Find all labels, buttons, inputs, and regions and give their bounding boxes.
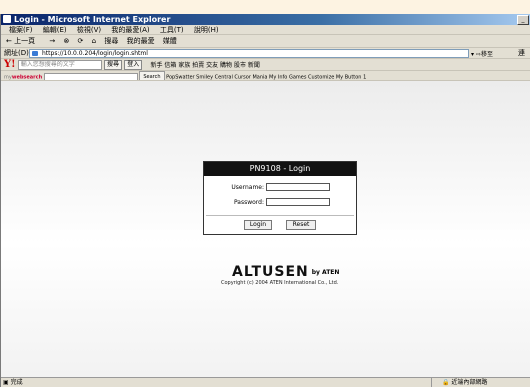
password-input[interactable]: [266, 198, 330, 206]
status-text: ▣ 完成: [3, 379, 23, 386]
refresh-icon[interactable]: ⟳: [78, 37, 84, 45]
brand-by: by ATEN: [311, 269, 340, 276]
status-bar: ▣ 完成 🔒 近端內部網路: [1, 377, 530, 387]
yahoo-toolbar: Y! 輸入您想搜尋的文字 搜尋 登入 新手 信箱 家族 拍賣 交友 購物 股市 …: [1, 59, 530, 71]
websearch-input[interactable]: [43, 73, 138, 80]
page-content: PN9108 - Login Username: Password: Login…: [1, 81, 530, 377]
security-zone: 🔒 近端內部網路: [431, 378, 487, 387]
username-input[interactable]: [266, 183, 330, 191]
password-label: Password:: [233, 199, 264, 206]
websearch-toolbar: mywebsearch Search PopSwatter Smiley Cen…: [1, 71, 530, 81]
stop-icon[interactable]: ⊗: [63, 37, 69, 45]
title-bar: Login - Microsoft Internet Explorer _: [1, 14, 530, 25]
brand-name: ALTUSEN: [232, 264, 309, 280]
back-button[interactable]: ← 上一頁: [6, 37, 41, 45]
yahoo-logo[interactable]: Y!: [4, 59, 16, 70]
media-button[interactable]: 媒體: [163, 37, 177, 45]
websearch-links[interactable]: PopSwatter Smiley Central Cursor Mania M…: [166, 75, 366, 81]
standard-toolbar: ← 上一頁 → ⊗ ⟳ ⌂ 搜尋 我的最愛 媒體: [1, 35, 530, 48]
menu-view[interactable]: 檢視(V): [77, 26, 101, 34]
brand-logo: ALTUSEN by ATEN: [232, 264, 339, 280]
favorites-button[interactable]: 我的最愛: [127, 37, 155, 45]
menu-help[interactable]: 說明(H): [194, 26, 219, 34]
login-panel: PN9108 - Login Username: Password: Login…: [203, 161, 357, 235]
websearch-logo: mywebsearch: [4, 74, 43, 81]
login-title: PN9108 - Login: [204, 162, 356, 176]
login-divider: [206, 215, 354, 216]
forward-button[interactable]: →: [49, 37, 55, 45]
yahoo-login-button[interactable]: 登入: [124, 60, 143, 70]
login-button[interactable]: Login: [244, 220, 272, 230]
browser-window: Login - Microsoft Internet Explorer _ 檔案…: [0, 14, 530, 387]
address-url: https://10.0.0.204/login/login.shtml: [42, 50, 148, 57]
username-label: Username:: [231, 184, 264, 191]
menu-favorites[interactable]: 我的最愛(A): [111, 26, 149, 34]
ie-icon: [3, 15, 11, 23]
websearch-search-button[interactable]: Search: [139, 71, 165, 80]
address-bar: 網址(D) https://10.0.0.204/login/login.sht…: [1, 48, 530, 59]
menu-bar: 檔案(F) 編輯(E) 檢視(V) 我的最愛(A) 工具(T) 說明(H): [1, 25, 530, 35]
reset-button[interactable]: Reset: [286, 220, 316, 230]
home-icon[interactable]: ⌂: [92, 37, 96, 45]
password-row: Password:: [204, 198, 358, 208]
go-button[interactable]: ▾ ⇨移至: [471, 49, 493, 58]
address-input[interactable]: https://10.0.0.204/login/login.shtml: [29, 49, 469, 58]
menu-tools[interactable]: 工具(T): [160, 26, 184, 34]
username-row: Username:: [204, 183, 358, 193]
search-button[interactable]: 搜尋: [104, 37, 118, 45]
window-title: Login - Microsoft Internet Explorer: [14, 15, 171, 24]
minimize-button[interactable]: _: [517, 15, 529, 25]
page-icon: [32, 51, 38, 56]
address-label: 網址(D): [4, 49, 29, 57]
copyright-text: Copyright (c) 2004 ATEN International Co…: [221, 280, 339, 286]
yahoo-search-button[interactable]: 搜尋: [104, 60, 123, 70]
menu-edit[interactable]: 編輯(E): [43, 26, 67, 34]
yahoo-links[interactable]: 新手 信箱 家族 拍賣 交友 購物 股市 新聞: [151, 62, 260, 69]
menu-file[interactable]: 檔案(F): [9, 26, 33, 34]
yahoo-search-input[interactable]: 輸入您想搜尋的文字: [17, 60, 102, 70]
links-label[interactable]: 連: [518, 48, 525, 58]
